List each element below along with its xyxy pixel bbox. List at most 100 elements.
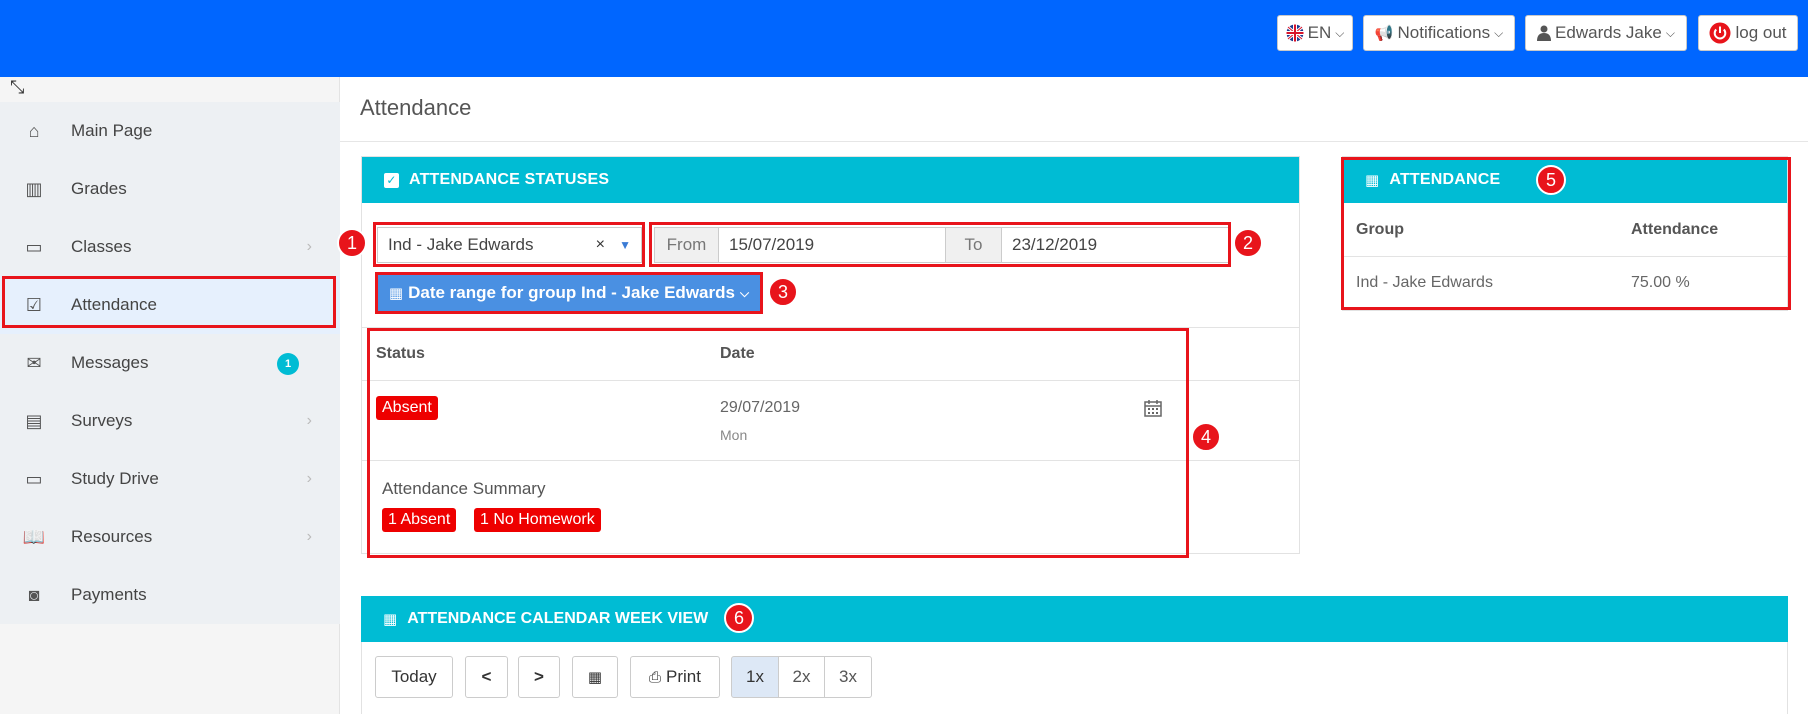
sidebar-item-messages[interactable]: ✉ Messages 1	[0, 334, 340, 392]
date-range-button-label: Date range for group Ind - Jake Edwards	[408, 283, 735, 302]
chevron-right-icon: >	[534, 667, 544, 686]
sidebar-item-grades[interactable]: ▥ Grades	[0, 160, 340, 218]
attendance-percentage: 75.00 %	[1631, 274, 1690, 291]
calendar-icon: ▭	[25, 468, 43, 489]
panel-title: ATTENDANCE	[1389, 171, 1501, 188]
summary-absent-badge: 1 Absent	[382, 508, 457, 532]
chevron-right-icon: ›	[306, 412, 312, 429]
from-date-input[interactable]: 15/07/2019	[719, 228, 946, 262]
caret-down-icon: ▼	[619, 238, 631, 252]
zoom-3x-button[interactable]: 3x	[824, 656, 872, 698]
sidebar-item-label: Main Page	[71, 121, 153, 140]
megaphone-icon: 📢	[1374, 25, 1394, 42]
divider	[362, 460, 1299, 461]
calendar-picker-button[interactable]: ▦	[572, 656, 618, 698]
printer-icon: ⎙	[649, 668, 662, 686]
logout-label: log out	[1735, 23, 1787, 42]
checkbox-icon: ✓	[384, 172, 399, 188]
chevron-right-icon: ›	[306, 470, 312, 487]
sidebar-item-label: Resources	[71, 527, 153, 546]
sidebar-item-label: Messages	[71, 353, 149, 372]
divider	[362, 380, 1299, 381]
logout-button[interactable]: log out	[1698, 15, 1798, 51]
book-icon: 📖	[22, 526, 46, 547]
language-label: EN	[1307, 23, 1332, 42]
sidebar-item-classes[interactable]: ▭ Classes ›	[0, 218, 340, 276]
date-range-group-button[interactable]: ▦ Date range for group Ind - Jake Edward…	[375, 272, 763, 314]
week-view-header: ▦ ATTENDANCE CALENDAR WEEK VIEW	[361, 596, 1788, 642]
sidebar-item-main-page[interactable]: ⌂ Main Page	[0, 102, 340, 160]
panel-title: ATTENDANCE CALENDAR WEEK VIEW	[407, 610, 709, 627]
group-name: Ind - Jake Edwards	[1356, 274, 1493, 291]
annotation-marker: 5	[1536, 165, 1566, 195]
print-label: Print	[666, 667, 701, 686]
collapse-icon[interactable]: ⤡	[10, 77, 24, 98]
chevron-right-icon: ›	[306, 238, 312, 255]
chevron-down-icon: ⌵	[739, 285, 750, 300]
sidebar-item-resources[interactable]: 📖 Resources ›	[0, 508, 340, 566]
zoom-1x-button[interactable]: 1x	[731, 656, 779, 698]
sidebar-item-label: Grades	[71, 179, 127, 198]
previous-week-button[interactable]: <	[465, 656, 508, 698]
panel-title: ATTENDANCE STATUSES	[409, 171, 610, 188]
calendar-icon: ▦	[1365, 172, 1380, 189]
date-column-header: Date	[720, 345, 755, 362]
language-dropdown[interactable]: EN ⌵	[1277, 15, 1353, 51]
today-button[interactable]: Today	[375, 656, 453, 698]
top-bar: EN ⌵ 📢 Notifications ⌵ Edwards Jake ⌵ lo…	[0, 0, 1808, 77]
sidebar-item-attendance[interactable]: ☑ Attendance	[0, 276, 340, 334]
annotation-marker: 1	[337, 228, 367, 258]
status-date: 29/07/2019	[720, 399, 801, 416]
sidebar-item-label: Study Drive	[71, 469, 159, 488]
annotation-marker: 3	[768, 277, 798, 307]
calendar-icon: ▦	[587, 669, 603, 686]
status-weekday: Mon	[720, 427, 748, 443]
to-date-input[interactable]: 23/12/2019	[1002, 228, 1228, 262]
attendance-column-header: Attendance	[1631, 221, 1719, 238]
envelope-icon: ✉	[26, 352, 42, 373]
annotation-marker: 4	[1191, 422, 1221, 452]
chevron-left-icon: <	[481, 667, 492, 686]
calendar-icon: ▭	[25, 236, 43, 257]
divider	[362, 327, 1299, 328]
divider	[1343, 256, 1787, 257]
home-icon: ⌂	[28, 120, 40, 141]
sidebar-item-study-drive[interactable]: ▭ Study Drive ›	[0, 450, 340, 508]
calendar-icon: ▦	[388, 285, 404, 302]
title-divider	[340, 141, 1808, 142]
money-icon: ◙	[28, 584, 40, 605]
summary-no-homework-badge: 1 No Homework	[474, 508, 601, 532]
from-label: From	[655, 228, 719, 262]
user-dropdown[interactable]: Edwards Jake ⌵	[1525, 15, 1687, 51]
user-name: Edwards Jake	[1555, 23, 1662, 42]
chevron-down-icon: ⌵	[1665, 25, 1675, 40]
calendar-icon[interactable]	[1144, 399, 1162, 417]
notifications-label: Notifications	[1397, 23, 1491, 42]
sidebar-item-surveys[interactable]: ▤ Surveys ›	[0, 392, 340, 450]
sidebar-menu: ⌂ Main Page ▥ Grades ▭ Classes › ☑ Atten…	[0, 102, 340, 624]
sidebar-item-payments[interactable]: ◙ Payments	[0, 566, 340, 624]
chevron-down-icon: ⌵	[1335, 25, 1345, 40]
power-icon	[1709, 22, 1731, 44]
sidebar: ⤡ ⌂ Main Page ▥ Grades ▭ Classes › ☑ Att…	[0, 77, 340, 714]
next-week-button[interactable]: >	[518, 656, 560, 698]
sidebar-item-label: Classes	[71, 237, 132, 256]
clear-icon[interactable]: ×	[596, 236, 605, 254]
date-range-inputs: From 15/07/2019 To 23/12/2019	[654, 227, 1229, 263]
to-label: To	[946, 228, 1002, 262]
sidebar-item-label: Surveys	[71, 411, 133, 430]
notifications-dropdown[interactable]: 📢 Notifications ⌵	[1363, 15, 1515, 51]
grades-icon: ▥	[25, 178, 43, 199]
highlight-box	[2, 276, 336, 328]
zoom-2x-button[interactable]: 2x	[778, 656, 825, 698]
annotation-marker: 6	[724, 603, 754, 633]
calendar-icon: ▦	[383, 611, 398, 628]
group-select[interactable]: Ind - Jake Edwards × ▼	[377, 227, 642, 263]
annotation-marker: 2	[1233, 228, 1263, 258]
group-column-header: Group	[1356, 221, 1404, 238]
sidebar-item-label: Payments	[71, 585, 147, 604]
unread-badge: 1	[277, 353, 299, 375]
status-badge: Absent	[376, 396, 438, 420]
print-button[interactable]: ⎙ Print	[630, 656, 720, 698]
status-column-header: Status	[376, 345, 425, 362]
